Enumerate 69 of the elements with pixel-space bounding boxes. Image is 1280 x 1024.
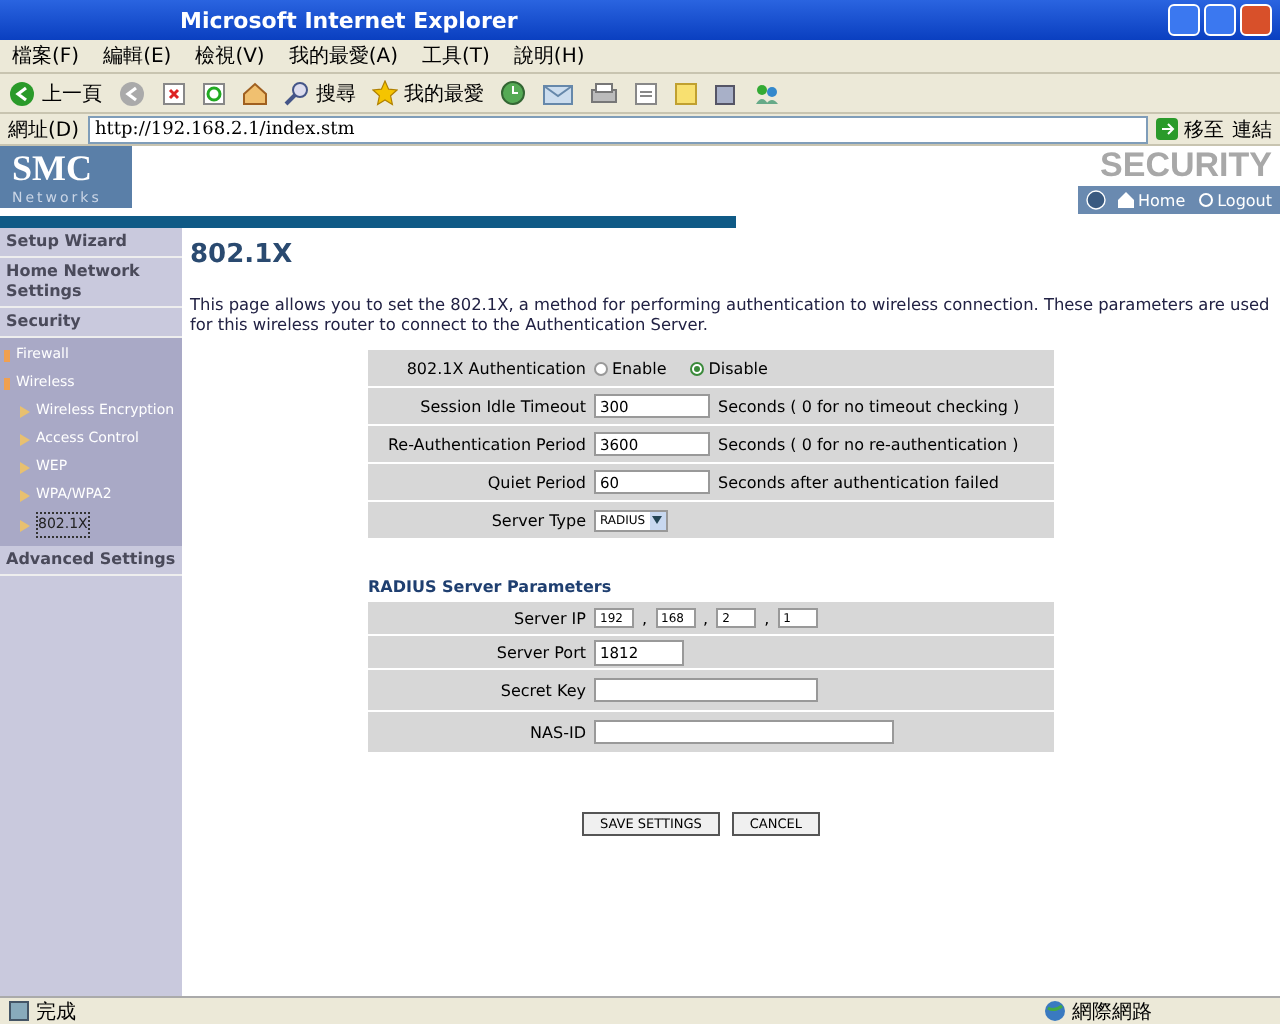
printer-icon[interactable] xyxy=(590,81,618,105)
search-button[interactable]: 搜尋 xyxy=(284,79,356,107)
stop-icon[interactable] xyxy=(162,81,186,105)
menu-item[interactable]: 我的最愛(A) xyxy=(288,42,398,70)
close-button[interactable] xyxy=(1240,4,1272,36)
address-label: 網址(D) xyxy=(8,117,80,143)
window-title: Microsoft Internet Explorer xyxy=(180,7,518,33)
field-label: Session Idle Timeout xyxy=(418,397,588,415)
field-label: Server Port xyxy=(494,643,588,661)
page-title: 802.1X xyxy=(190,240,295,270)
radio-button[interactable] xyxy=(594,361,608,375)
logout-link[interactable]: Logout xyxy=(1197,191,1272,209)
triangle-bullet-icon xyxy=(20,461,30,473)
field-label: 802.1X Authentication xyxy=(404,359,588,377)
go-arrow-icon xyxy=(1156,118,1178,140)
menu-item[interactable]: 檔案(F) xyxy=(12,42,80,70)
mail-icon[interactable] xyxy=(542,81,574,105)
triangle-bullet-icon xyxy=(20,519,30,531)
go-button[interactable]: 移至 xyxy=(1156,115,1224,143)
minimize-button[interactable] xyxy=(1168,4,1200,36)
zone-text: 網際網路 xyxy=(1072,999,1152,1024)
sidebar-section[interactable]: Setup Wizard xyxy=(0,228,182,258)
refresh-icon[interactable] xyxy=(202,81,226,105)
menu-item[interactable]: 檢視(V) xyxy=(195,42,265,70)
house-icon xyxy=(1117,192,1134,208)
back-button[interactable]: 上一頁 xyxy=(8,79,102,107)
ip-separator: , xyxy=(764,609,770,627)
home-icon[interactable] xyxy=(242,81,268,105)
input-field[interactable] xyxy=(594,678,818,702)
home-link[interactable]: Home xyxy=(1117,191,1186,209)
menu-item[interactable]: 編輯(E) xyxy=(103,42,172,70)
section-title: RADIUS Server Parameters xyxy=(368,578,614,596)
field-note: Seconds ( 0 for no timeout checking ) xyxy=(718,397,1020,415)
messenger-icon[interactable] xyxy=(754,81,780,105)
field-label: Secret Key xyxy=(498,681,588,699)
triangle-bullet-icon xyxy=(20,489,30,501)
ip-separator: , xyxy=(642,609,648,627)
triangle-bullet-icon xyxy=(20,433,30,445)
page-description: This page allows you to set the 802.1X, a method for performing authentication to wireless connection. These parameters are used for this wireless router to connect to the Authentication Server. xyxy=(190,294,1272,334)
field-note: Seconds after authentication failed xyxy=(718,473,999,491)
bullet-icon xyxy=(4,349,10,361)
menu-item[interactable]: 工具(T) xyxy=(422,42,490,70)
search-icon xyxy=(284,80,310,106)
field-label: Re-Authentication Period xyxy=(385,435,588,453)
menu-item[interactable]: 說明(H) xyxy=(513,42,585,70)
sidebar-section[interactable]: Home Network Settings xyxy=(0,258,182,308)
security-title: SECURITY xyxy=(1100,146,1274,186)
star-icon xyxy=(372,80,398,106)
radio-label: Disable xyxy=(708,359,768,377)
dropdown-arrow-icon xyxy=(652,516,663,524)
field-label: Server IP xyxy=(512,609,588,627)
links-button[interactable]: 連結 xyxy=(1232,115,1272,143)
field-label: Server Type xyxy=(489,511,588,529)
field-note: Seconds ( 0 for no re-authentication ) xyxy=(718,435,1019,453)
triangle-bullet-icon xyxy=(20,405,30,417)
field-label: Quiet Period xyxy=(485,473,588,491)
address-field[interactable]: http://192.168.2.1/index.stm xyxy=(87,115,1148,143)
status-text: 完成 xyxy=(36,999,76,1024)
radio-button[interactable] xyxy=(690,361,705,375)
favorites-button[interactable]: 我的最愛 xyxy=(372,79,484,107)
edit-icon[interactable] xyxy=(634,81,658,105)
field-label: NAS-ID xyxy=(528,723,588,741)
sidebar-section[interactable]: Advanced Settings xyxy=(0,546,182,576)
bullet-icon xyxy=(4,377,10,389)
radio-label: Enable xyxy=(612,359,667,377)
input-field[interactable] xyxy=(594,720,894,744)
maximize-button[interactable] xyxy=(1204,4,1236,36)
history-icon[interactable] xyxy=(500,80,526,106)
ip-separator: , xyxy=(703,609,709,627)
